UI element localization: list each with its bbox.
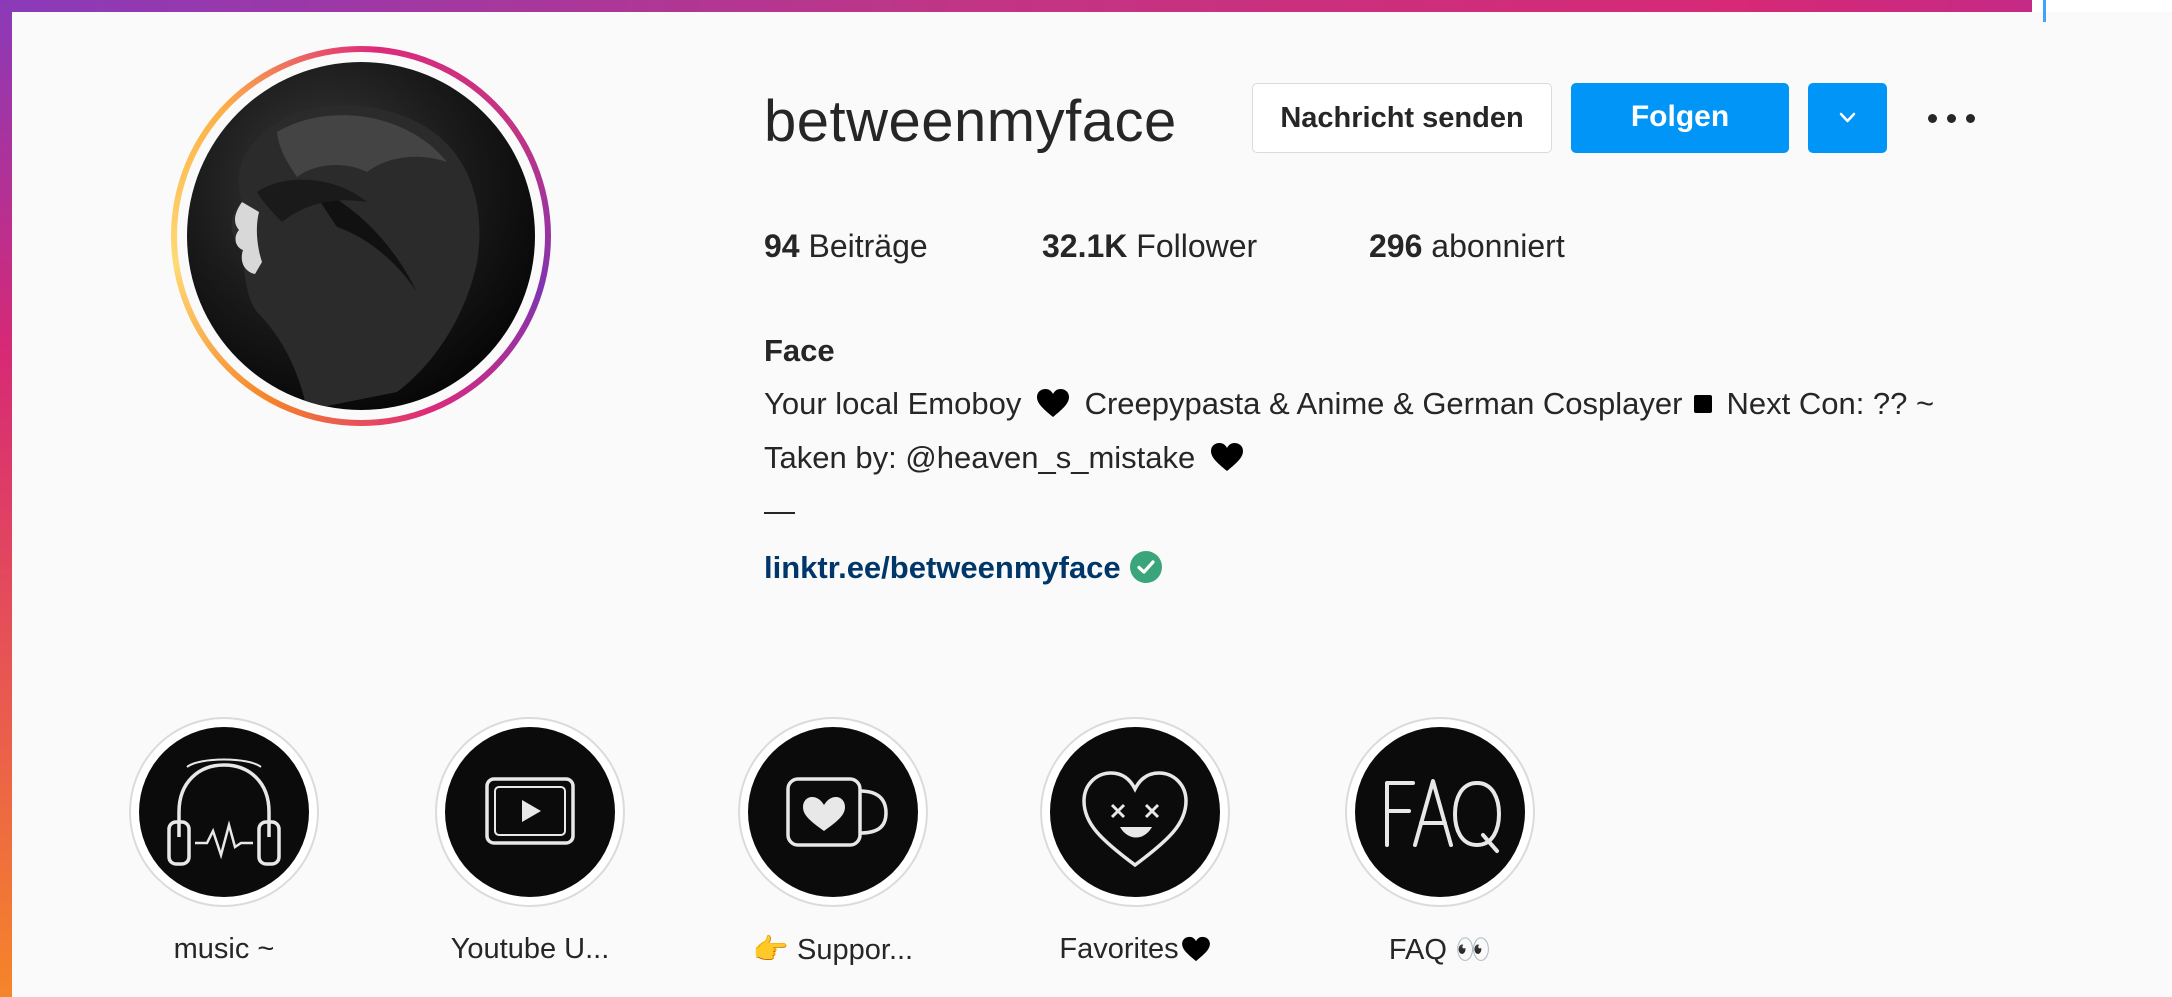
heart-face-icon	[1082, 771, 1188, 868]
highlight-label-youtube[interactable]: Youtube U...	[380, 933, 680, 966]
black-square-icon	[1694, 395, 1713, 413]
black-heart-icon	[1036, 389, 1069, 417]
following-count-stat[interactable]: 296 abonniert	[1369, 228, 1565, 265]
avatar-portrait-graphic	[231, 105, 480, 410]
window-gradient-left	[0, 0, 12, 997]
send-message-button[interactable]: Nachricht senden	[1252, 83, 1552, 153]
bio-line-2: Taken by: @heaven_s_mistake	[764, 440, 1250, 476]
window-corner-line	[2043, 0, 2046, 22]
youtube-icon	[485, 777, 575, 845]
verified-check-icon	[1129, 551, 1162, 583]
highlight-label-music[interactable]: music ~	[74, 933, 374, 966]
black-heart-icon	[1210, 443, 1243, 471]
more-options-button[interactable]	[1926, 98, 1978, 138]
faq-icon	[1385, 779, 1501, 853]
window-gradient-top	[0, 0, 2172, 12]
suggested-dropdown-button[interactable]	[1808, 83, 1887, 153]
window-corner	[2032, 0, 2172, 12]
highlight-support[interactable]	[738, 717, 928, 907]
highlight-label-faq[interactable]: FAQ 👀	[1290, 933, 1590, 967]
bio-name: Face	[764, 333, 835, 368]
profile-avatar[interactable]	[171, 46, 551, 426]
chevron-down-icon	[1839, 112, 1856, 123]
bio-line-1: Your local Emoboy Creepypasta & Anime & …	[764, 386, 1935, 421]
eyes-icon: 👀	[1454, 934, 1492, 966]
highlight-youtube[interactable]	[435, 717, 625, 907]
highlight-label-favorites[interactable]: Favorites	[985, 933, 1285, 966]
headphones-icon	[167, 758, 281, 866]
follow-button[interactable]: Folgen	[1571, 83, 1789, 153]
black-heart-icon	[1181, 936, 1210, 962]
mug-heart-icon	[786, 777, 888, 847]
highlight-music[interactable]	[129, 717, 319, 907]
followers-count-stat[interactable]: 32.1K Follower	[1042, 228, 1257, 265]
avatar-image	[187, 62, 535, 410]
bio-link[interactable]: linktr.ee/betweenmyface	[764, 550, 1163, 586]
bio-dash: —	[764, 493, 795, 528]
highlight-favorites[interactable]	[1040, 717, 1230, 907]
highlight-label-support[interactable]: 👉 Suppor...	[683, 933, 983, 967]
posts-count-stat: 94 Beiträge	[764, 228, 928, 264]
profile-username: betweenmyface	[764, 89, 1177, 154]
highlight-faq[interactable]	[1345, 717, 1535, 907]
more-horizontal-icon	[1928, 114, 1937, 123]
pointing-hand-icon: 👉	[752, 934, 789, 966]
